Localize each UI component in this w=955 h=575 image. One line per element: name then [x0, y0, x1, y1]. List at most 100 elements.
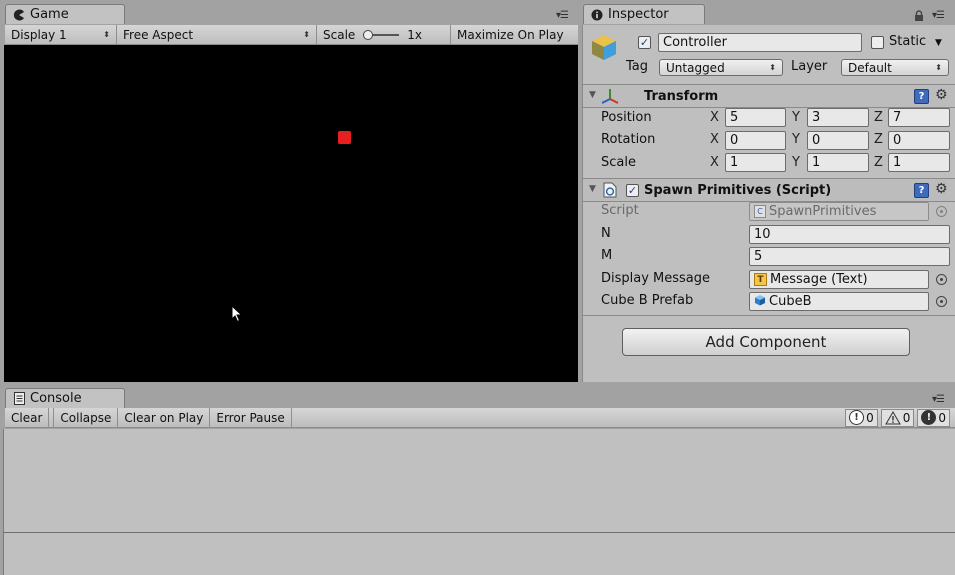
updown-arrow-icon: ⬍	[103, 30, 110, 39]
rotation-label: Rotation	[601, 132, 656, 147]
object-name-field[interactable]: Controller	[658, 33, 862, 52]
foldout-arrow-icon[interactable]: ▼	[589, 184, 596, 194]
csharp-script-icon: C	[754, 205, 766, 218]
static-dropdown-arrow-icon[interactable]: ▼	[935, 38, 942, 48]
rotation-z-value: 0	[893, 133, 902, 148]
scale-x-field[interactable]: 1	[725, 153, 786, 172]
divider	[583, 315, 955, 316]
scale-z-label: Z	[874, 155, 883, 170]
info-icon	[590, 8, 604, 22]
scale-label: Scale	[323, 27, 356, 42]
scale-y-label: Y	[792, 155, 800, 170]
scale-control: Scale 1x	[317, 24, 451, 45]
rotation-y-value: 0	[812, 133, 821, 148]
display-message-value: Message (Text)	[770, 272, 868, 287]
console-toolbar: Clear Collapse Clear on Play Error Pause…	[5, 407, 955, 428]
console-log-list[interactable]	[3, 429, 955, 532]
inspector-panel: ✓ Controller Static ▼ Tag Untagged ⬍ Lay…	[582, 25, 955, 382]
tab-game[interactable]: Game	[5, 4, 125, 24]
position-y-field[interactable]: 3	[807, 108, 869, 127]
scale-x-value: 1	[730, 155, 739, 170]
collapse-toggle[interactable]: Collapse	[53, 407, 119, 428]
script-value: SpawnPrimitives	[769, 204, 877, 219]
rotation-z-field[interactable]: 0	[888, 131, 950, 150]
info-count-toggle[interactable]: ! 0	[845, 408, 878, 427]
m-field[interactable]: 5	[749, 247, 950, 266]
n-value: 10	[754, 227, 771, 242]
n-field[interactable]: 10	[749, 225, 950, 244]
foldout-arrow-icon[interactable]: ▼	[589, 90, 596, 100]
display-dropdown[interactable]: Display 1 ⬍	[5, 24, 117, 45]
static-checkbox[interactable]	[871, 36, 884, 49]
tab-console[interactable]: Console	[5, 388, 125, 408]
n-label: N	[601, 226, 611, 241]
transform-header[interactable]: ▼ Transform ? ⚙	[583, 84, 955, 108]
tag-label: Tag	[626, 59, 649, 74]
object-name-value: Controller	[663, 35, 727, 50]
tab-game-label: Game	[30, 7, 69, 22]
scale-y-field[interactable]: 1	[807, 153, 869, 172]
collapse-label: Collapse	[60, 410, 112, 425]
inspector-panel-menu-icon[interactable]: ▾☰	[932, 10, 945, 21]
game-view[interactable]	[4, 45, 578, 382]
position-z-field[interactable]: 7	[888, 108, 950, 127]
layer-label: Layer	[791, 59, 828, 74]
tab-inspector[interactable]: Inspector	[583, 4, 705, 24]
scale-z-value: 1	[893, 155, 902, 170]
clear-on-play-toggle[interactable]: Clear on Play	[118, 407, 211, 428]
m-label: M	[601, 248, 613, 263]
lock-icon[interactable]	[914, 10, 924, 24]
m-value: 5	[754, 249, 763, 264]
scale-z-field[interactable]: 1	[888, 153, 950, 172]
updown-arrow-icon: ⬍	[303, 30, 310, 39]
error-icon: !	[921, 410, 937, 425]
script-component-header[interactable]: ▼ ✓ Spawn Primitives (Script) ? ⚙	[583, 178, 955, 202]
console-panel-menu-icon[interactable]: ▾☰	[932, 394, 945, 405]
object-picker-icon[interactable]	[936, 274, 947, 285]
console-detail-area	[3, 533, 955, 575]
scale-label: Scale	[601, 155, 636, 170]
error-count-toggle[interactable]: ! 0	[917, 408, 950, 427]
scale-x-label: X	[710, 155, 719, 170]
tag-value: Untagged	[666, 60, 725, 75]
position-z-label: Z	[874, 110, 883, 125]
help-book-icon[interactable]: ?	[914, 89, 929, 104]
clear-button[interactable]: Clear	[5, 407, 50, 428]
add-component-button[interactable]: Add Component	[622, 328, 910, 356]
scale-slider[interactable]	[363, 29, 400, 40]
position-x-field[interactable]: 5	[725, 108, 786, 127]
warning-icon	[884, 410, 901, 425]
scale-slider-thumb[interactable]	[363, 29, 374, 40]
rotation-z-label: Z	[874, 132, 883, 147]
error-pause-toggle[interactable]: Error Pause	[210, 407, 292, 428]
aspect-dropdown[interactable]: Free Aspect ⬍	[117, 24, 317, 45]
layer-dropdown[interactable]: Default ⬍	[841, 59, 949, 76]
info-message-icon: !	[849, 410, 865, 425]
rotation-y-field[interactable]: 0	[807, 131, 869, 150]
console-log-icon	[12, 392, 26, 406]
display-message-label: Display Message	[601, 271, 711, 286]
warning-count-toggle[interactable]: 0	[880, 408, 915, 427]
csharp-script-icon	[603, 182, 617, 201]
rotation-x-field[interactable]: 0	[725, 131, 786, 150]
tag-dropdown[interactable]: Untagged ⬍	[659, 59, 783, 76]
gameobject-cube-icon	[590, 33, 618, 64]
gear-icon[interactable]: ⚙	[935, 181, 948, 197]
error-pause-label: Error Pause	[216, 410, 285, 425]
text-component-icon: T	[754, 273, 767, 286]
pacman-icon	[12, 8, 26, 22]
cube-prefab-label: Cube B Prefab	[601, 293, 694, 308]
script-enabled-checkbox[interactable]: ✓	[626, 184, 639, 197]
gear-icon[interactable]: ⚙	[935, 87, 948, 103]
info-count: 0	[866, 410, 874, 425]
maximize-on-play-toggle[interactable]: Maximize On Play	[451, 25, 578, 45]
transform-title: Transform	[644, 89, 719, 104]
game-panel-menu-icon[interactable]: ▾☰	[556, 10, 569, 21]
help-book-icon[interactable]: ?	[914, 183, 929, 198]
display-message-field[interactable]: T Message (Text)	[749, 270, 929, 289]
cube-prefab-value: CubeB	[769, 294, 812, 309]
active-checkbox[interactable]: ✓	[638, 36, 651, 49]
game-toolbar: Display 1 ⬍ Free Aspect ⬍ Scale 1x Maxim…	[5, 24, 578, 45]
cube-prefab-field[interactable]: CubeB	[749, 292, 929, 311]
object-picker-icon[interactable]	[936, 296, 947, 307]
